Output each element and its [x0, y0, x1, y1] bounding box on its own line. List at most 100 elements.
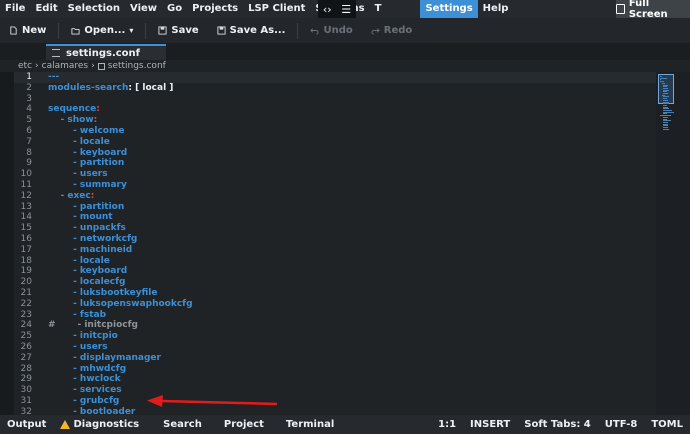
toolbar-separator [58, 22, 60, 39]
code-text: # - initcpiocfg [48, 320, 138, 331]
code-line[interactable]: - mhwdcfg [48, 364, 126, 375]
code-line[interactable]: - hwclock [48, 374, 121, 385]
code-text: - fstab [48, 309, 107, 320]
code-line[interactable]: sequence: [48, 104, 100, 115]
code-text: - partition [48, 201, 125, 212]
menu-selection[interactable]: Selection [63, 0, 125, 18]
fullscreen-icon [616, 4, 625, 14]
code-line[interactable]: - locale [48, 256, 110, 267]
code-line[interactable]: # - initcpiocfg [48, 320, 138, 331]
code-line[interactable]: - unpackfs [48, 223, 126, 234]
line-number: 24 [20, 320, 32, 331]
language-mode[interactable]: TOML [644, 419, 690, 430]
tab-settings-conf[interactable]: settings.conf [46, 44, 166, 60]
code-line[interactable]: - services [48, 385, 122, 396]
chevron-right-icon: › [91, 61, 95, 71]
menu-go[interactable]: Go [162, 0, 187, 18]
menu-file[interactable]: File [0, 0, 30, 18]
code-text: - show [48, 115, 94, 126]
input-mode[interactable]: INSERT [463, 419, 517, 430]
code-line[interactable]: - welcome [48, 126, 124, 137]
indentation-setting[interactable]: Soft Tabs: 4 [517, 419, 598, 430]
line-number: 23 [20, 309, 32, 320]
line-number: 10 [20, 169, 32, 180]
line-number: 26 [20, 342, 32, 352]
code-line[interactable]: - mount [48, 212, 113, 223]
code-line[interactable]: --- [48, 72, 59, 83]
code-line[interactable]: - luksbootkeyfile [48, 288, 157, 299]
terminal-tab[interactable]: Terminal [279, 419, 341, 430]
code-text: - hwclock [48, 374, 121, 385]
code-icon[interactable]: ‹› [323, 3, 332, 16]
line-number: 18 [20, 255, 32, 266]
code-line[interactable]: - fstab [48, 310, 106, 321]
code-line[interactable]: - luksopenswaphookcfg [48, 299, 192, 310]
code-line[interactable]: - exec: [48, 191, 95, 202]
code-text: - bootloader [48, 406, 136, 415]
minimap[interactable] [656, 72, 690, 415]
code-line[interactable]: - show: [48, 115, 98, 126]
search-tab[interactable]: Search [156, 419, 209, 430]
undo-icon [310, 28, 320, 35]
line-number-gutter: 1 2 3 4 5 6 7 8 9 10 11 12 13 14 15 16 17 18 19 20 21 22 23 24 2… [14, 72, 42, 415]
breadcrumb-item-file[interactable]: settings.conf [108, 61, 166, 71]
code-line[interactable]: - partition [48, 158, 124, 169]
undo-button[interactable]: Undo [301, 19, 361, 43]
code-line[interactable]: - users [48, 169, 108, 180]
code-text: - services [48, 385, 122, 396]
line-number: 12 [20, 190, 32, 201]
code-text: - users [48, 169, 108, 180]
menu-view[interactable]: View [125, 0, 162, 18]
code-line[interactable]: - initcpio [48, 331, 118, 342]
diagnostics-tab[interactable]: Diagnostics [53, 419, 146, 430]
code-line[interactable]: - machineid [48, 245, 132, 256]
encoding-setting[interactable]: UTF-8 [598, 419, 645, 430]
open-button[interactable]: Open... ▾ [62, 19, 142, 43]
file-icon [52, 49, 60, 57]
code-text: - keyboard [48, 147, 128, 158]
save-as-button[interactable]: Save As... [208, 19, 295, 43]
cursor-position[interactable]: 1:1 [431, 419, 463, 430]
code-line[interactable]: - displaymanager [48, 353, 161, 364]
redo-button[interactable]: Redo [362, 19, 422, 43]
breadcrumb: etc › calamares › settings.conf [0, 60, 690, 72]
save-icon [158, 26, 167, 35]
hamburger-menu-icon[interactable]: ☰ [341, 3, 351, 16]
code-line[interactable]: - partition [48, 202, 124, 213]
code-text: - welcome [48, 126, 125, 136]
code-line[interactable]: - keyboard [48, 148, 127, 159]
code-line[interactable]: - users [48, 342, 108, 353]
code-text: sequence [48, 104, 97, 115]
line-number: 2 [26, 82, 32, 93]
code-editor[interactable]: 1 2 3 4 5 6 7 8 9 10 11 12 13 14 15 16 17 18 19 20 21 22 23 24 2… [0, 72, 690, 415]
toolbar: New Open... ▾ Save Save As... Undo Redo [0, 18, 690, 44]
breadcrumb-item-etc[interactable]: etc [18, 61, 32, 71]
menu-edit[interactable]: Edit [30, 0, 62, 18]
breadcrumb-item-calamares[interactable]: calamares [42, 61, 89, 71]
new-button[interactable]: New [0, 19, 55, 43]
output-tab[interactable]: Output [0, 419, 53, 430]
code-line[interactable]: - localecfg [48, 277, 125, 288]
code-line[interactable]: - locale [48, 137, 110, 148]
menu-help[interactable]: Help [478, 0, 514, 18]
code-text: - luksbootkeyfile [48, 288, 158, 298]
menu-tools[interactable]: T [370, 0, 387, 18]
code-line[interactable]: - bootloader [48, 407, 135, 415]
menu-projects[interactable]: Projects [187, 0, 243, 18]
menu-settings[interactable]: Settings [420, 0, 478, 18]
code-line[interactable]: - grubcfg [48, 396, 119, 407]
fullscreen-button[interactable]: Full Screen [616, 0, 690, 20]
code-line[interactable]: - summary [48, 180, 127, 191]
chevron-down-icon[interactable]: ▾ [129, 26, 133, 35]
redo-icon [371, 28, 380, 35]
line-number: 30 [20, 385, 32, 396]
code-line[interactable]: - keyboard [48, 266, 127, 277]
menu-lsp-client[interactable]: LSP Client [243, 0, 310, 18]
code-line[interactable]: modules-search: [ local ] [48, 83, 173, 94]
project-tab[interactable]: Project [217, 419, 271, 430]
save-button[interactable]: Save [149, 19, 207, 43]
code-text: - mhwdcfg [48, 363, 127, 374]
line-number: 25 [20, 331, 32, 342]
line-number: 31 [20, 396, 32, 406]
code-line[interactable]: - networkcfg [48, 234, 137, 245]
